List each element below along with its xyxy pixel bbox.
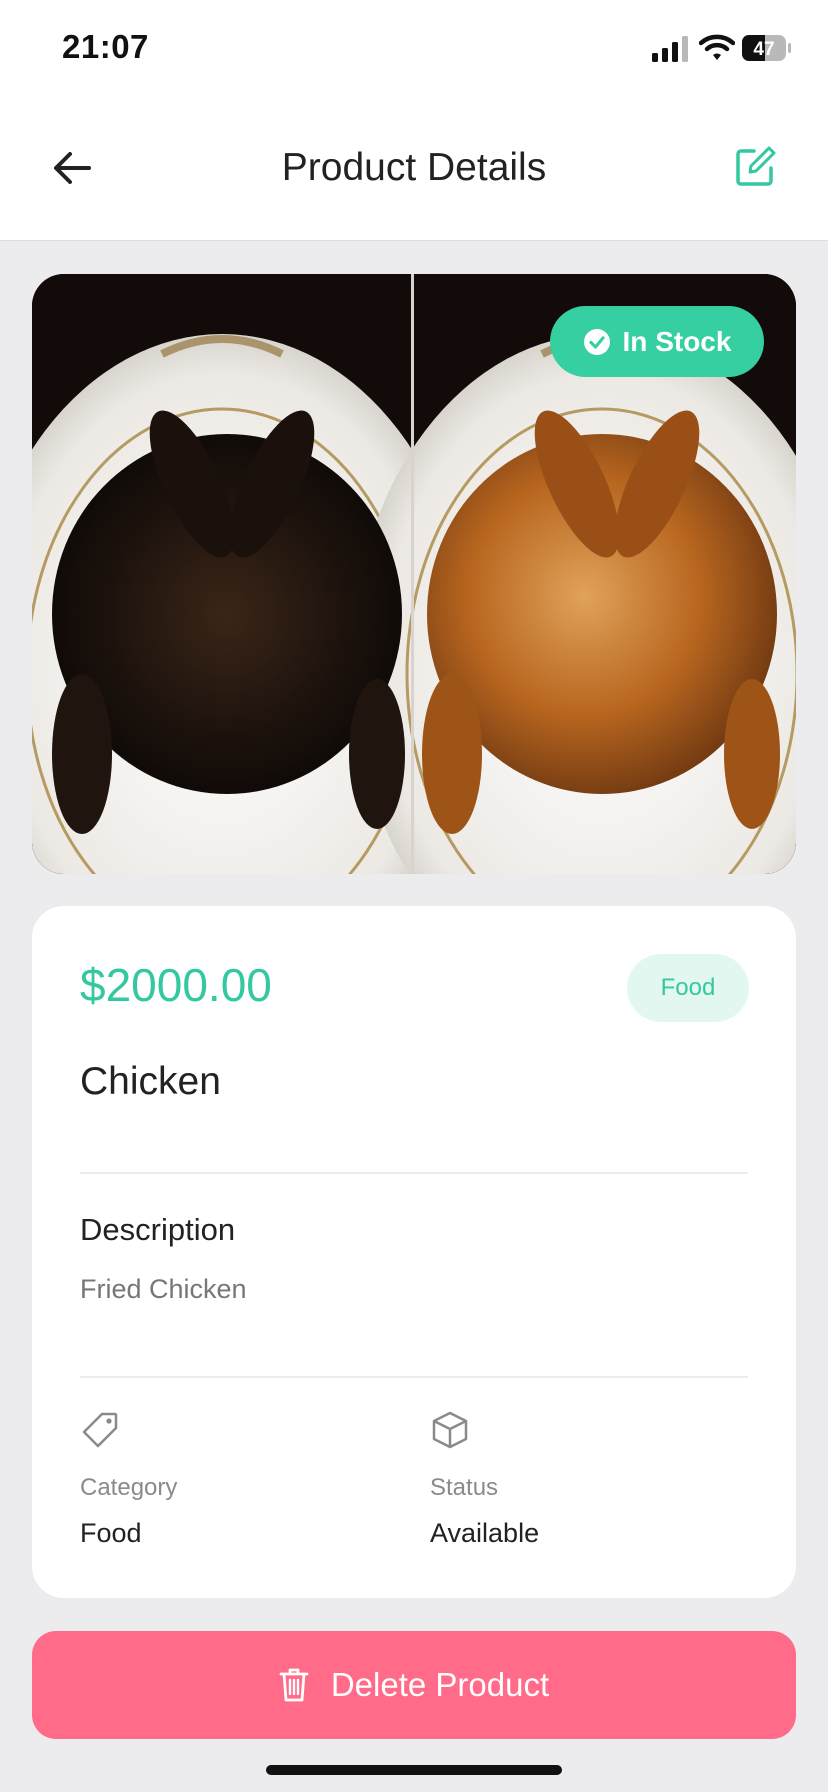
box-icon <box>432 1411 468 1449</box>
category-chip[interactable]: Food <box>627 954 749 1022</box>
category-label: Category <box>80 1474 178 1501</box>
page-title: Product Details <box>281 146 547 189</box>
description-text: Fried Chicken <box>80 1274 247 1304</box>
home-indicator[interactable] <box>266 1765 562 1775</box>
check-circle-icon <box>583 328 610 355</box>
cellular-signal-icon <box>652 36 688 62</box>
divider <box>80 1172 748 1174</box>
trash-icon <box>279 1668 309 1702</box>
product-image-card: In Stock <box>32 274 796 874</box>
product-details-screen: 21:07 47 Product Details In Stock $2000.… <box>0 0 828 1792</box>
product-info-card: $2000.00 Food Chicken Description Fried … <box>32 906 796 1598</box>
description-heading: Description <box>80 1212 236 1247</box>
divider <box>80 1376 748 1378</box>
battery-indicator: 47 <box>742 35 792 61</box>
edit-product-button[interactable] <box>730 142 780 192</box>
stock-badge-label: In Stock <box>622 325 732 357</box>
category-value: Food <box>80 1518 142 1548</box>
app-header: Product Details <box>0 100 828 241</box>
edit-square-icon <box>736 146 776 186</box>
status-label: Status <box>430 1474 499 1501</box>
status-value: Available <box>430 1518 540 1548</box>
status-bar: 21:07 47 <box>0 0 828 100</box>
delete-product-button[interactable]: Delete Product <box>32 1631 796 1739</box>
tag-icon <box>82 1412 118 1448</box>
in-stock-badge: In Stock <box>550 306 764 377</box>
battery-level: 47 <box>753 39 774 60</box>
product-name: Chicken <box>80 1060 221 1103</box>
product-price: $2000.00 <box>80 959 272 1011</box>
battery-icon: 47 <box>742 35 791 61</box>
status-time: 21:07 <box>62 28 149 65</box>
delete-button-label: Delete Product <box>330 1666 550 1703</box>
wifi-icon <box>699 34 735 60</box>
